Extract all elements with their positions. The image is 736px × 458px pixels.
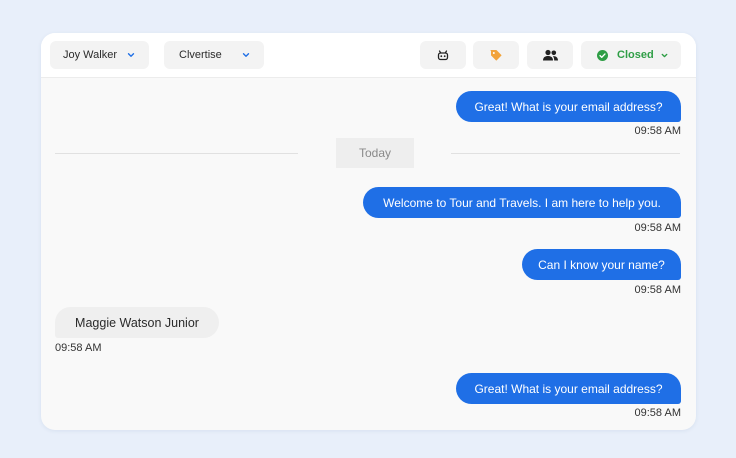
divider-line: [451, 153, 680, 154]
tag-icon: [490, 50, 502, 61]
date-separator: Today: [336, 138, 414, 168]
message-text: Great! What is your email address?: [474, 381, 663, 396]
status-dropdown[interactable]: Closed: [581, 41, 681, 69]
message-text: Great! What is your email address?: [474, 99, 663, 114]
message-text: Maggie Watson Junior: [75, 315, 199, 330]
message-time: 09:58 AM: [634, 407, 681, 419]
message-text: Welcome to Tour and Travels. I am here t…: [383, 195, 661, 210]
chevron-down-icon: [127, 53, 135, 57]
status-label: Closed: [617, 49, 654, 61]
tag-button[interactable]: [473, 41, 519, 69]
check-circle-icon: [597, 49, 608, 61]
message-time: 09:58 AM: [634, 125, 681, 137]
divider-line: [55, 153, 298, 154]
brand-dropdown[interactable]: Clvertise: [164, 41, 264, 69]
message-bubble: Maggie Watson Junior: [55, 307, 219, 338]
brand-dropdown-label: Clvertise: [179, 49, 222, 61]
message-bubble: Can I know your name?: [522, 249, 681, 280]
chevron-down-icon: [242, 53, 250, 57]
chevron-down-icon: [660, 51, 669, 60]
message-bubble: Great! What is your email address?: [456, 91, 681, 122]
message-time: 09:58 AM: [55, 342, 102, 354]
agent-dropdown-label: Joy Walker: [63, 49, 117, 61]
users-button[interactable]: [527, 41, 573, 69]
message-time: 09:58 AM: [634, 284, 681, 296]
chat-header: Joy Walker Clvertise Closed: [41, 33, 696, 78]
message-bubble: Welcome to Tour and Travels. I am here t…: [363, 187, 681, 218]
chat-window: Joy Walker Clvertise Closed Great! What …: [41, 33, 696, 430]
message-bubble: Great! What is your email address?: [456, 373, 681, 404]
bot-button[interactable]: [420, 41, 466, 69]
agent-dropdown[interactable]: Joy Walker: [50, 41, 149, 69]
bot-icon: [437, 50, 449, 61]
users-icon: [542, 49, 558, 61]
message-time: 09:58 AM: [634, 222, 681, 234]
message-text: Can I know your name?: [538, 257, 665, 272]
